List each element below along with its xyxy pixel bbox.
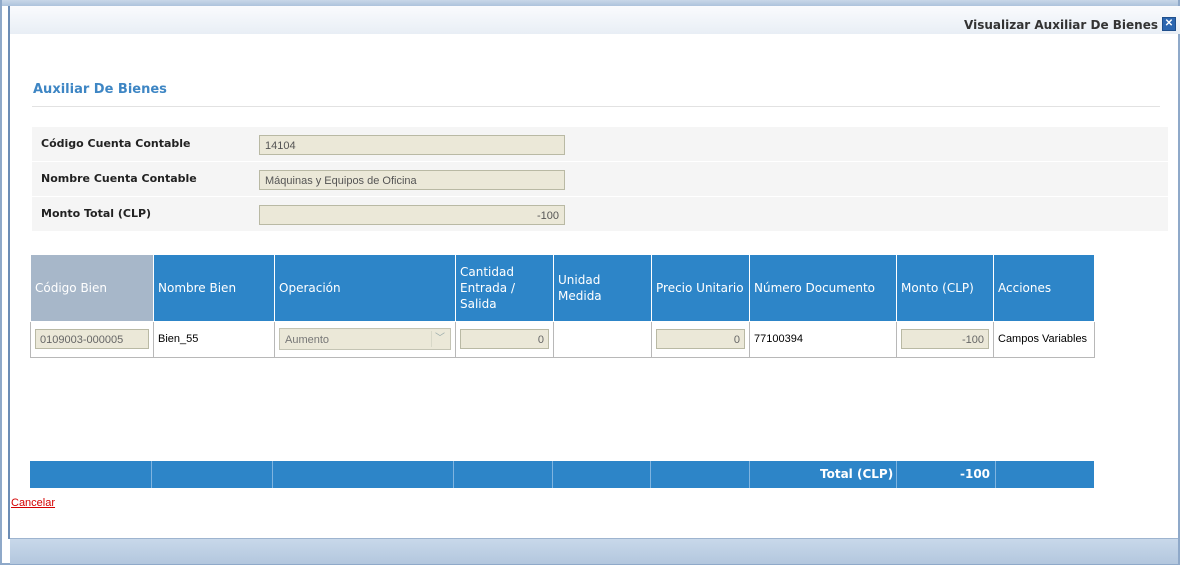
codigo-cuenta-field[interactable]: 14104 bbox=[259, 135, 565, 155]
col-cantidad: Cantidad Entrada / Salida bbox=[455, 255, 554, 322]
monto-field[interactable]: -100 bbox=[901, 329, 989, 349]
cell-documento: 77100394 bbox=[749, 320, 897, 358]
cell-acciones: Campos Variables bbox=[993, 320, 1095, 358]
form-row-nombre: Nombre Cuenta Contable Máquinas y Equipo… bbox=[32, 162, 1168, 197]
codigo-bien-field[interactable]: 0109003-000005 bbox=[35, 329, 149, 349]
cancel-link[interactable]: Cancelar bbox=[11, 497, 55, 509]
col-operacion: Operación bbox=[274, 255, 456, 322]
operacion-selected-value: Aumento bbox=[285, 334, 330, 346]
codigo-cuenta-label: Código Cuenta Contable bbox=[41, 137, 191, 150]
form-row-codigo: Código Cuenta Contable 14104 bbox=[32, 127, 1168, 162]
bienes-table: Código Bien Nombre Bien Operación Cantid… bbox=[30, 255, 1095, 358]
col-precio-unitario: Precio Unitario bbox=[651, 255, 750, 322]
dialog-window: Visualizar Auxiliar De Bienes ✕ Auxiliar… bbox=[0, 0, 1180, 565]
cell-monto: -100 bbox=[896, 320, 994, 358]
col-acciones: Acciones bbox=[993, 255, 1095, 322]
form-row-monto: Monto Total (CLP) -100 bbox=[32, 197, 1168, 232]
nombre-cuenta-field[interactable]: Máquinas y Equipos de Oficina bbox=[259, 170, 565, 190]
table-header-row: Código Bien Nombre Bien Operación Cantid… bbox=[30, 255, 1095, 322]
total-bar-divider bbox=[453, 461, 454, 488]
campos-variables-link[interactable]: Campos Variables bbox=[998, 333, 1090, 346]
total-bar-divider bbox=[896, 461, 897, 488]
col-numero-documento: Número Documento bbox=[749, 255, 897, 322]
section-divider bbox=[32, 106, 1160, 107]
cell-cantidad: 0 bbox=[455, 320, 554, 358]
monto-total-label: Monto Total (CLP) bbox=[41, 207, 152, 220]
total-bar-divider bbox=[151, 461, 152, 488]
col-monto: Monto (CLP) bbox=[896, 255, 994, 322]
dialog-footer bbox=[10, 538, 1178, 564]
window-title: Visualizar Auxiliar De Bienes bbox=[964, 18, 1158, 32]
total-bar-divider bbox=[749, 461, 750, 488]
total-bar-divider bbox=[272, 461, 273, 488]
total-bar-divider bbox=[650, 461, 651, 488]
cell-precio: 0 bbox=[651, 320, 750, 358]
cell-unidad bbox=[553, 320, 652, 358]
col-codigo-bien: Código Bien bbox=[30, 255, 154, 322]
left-border bbox=[8, 34, 10, 539]
precio-unitario-field[interactable]: 0 bbox=[656, 329, 745, 349]
close-icon[interactable]: ✕ bbox=[1162, 17, 1176, 31]
cantidad-field[interactable]: 0 bbox=[460, 329, 549, 349]
col-unidad-medida: Unidad Medida bbox=[553, 255, 652, 322]
title-bar: Visualizar Auxiliar De Bienes ✕ bbox=[8, 6, 1180, 34]
cell-codigo: 0109003-000005 bbox=[30, 320, 154, 358]
total-bar: Total (CLP) -100 bbox=[30, 461, 1094, 488]
monto-total-field[interactable]: -100 bbox=[259, 205, 565, 225]
cell-nombre: Bien_55 bbox=[153, 320, 275, 358]
operacion-select[interactable]: Aumento ﹀ bbox=[279, 328, 451, 350]
total-value: -100 bbox=[960, 467, 991, 481]
cell-operacion: Aumento ﹀ bbox=[274, 320, 456, 358]
total-label: Total (CLP) bbox=[820, 467, 894, 481]
total-bar-divider bbox=[995, 461, 996, 488]
col-nombre-bien: Nombre Bien bbox=[153, 255, 275, 322]
total-bar-divider bbox=[552, 461, 553, 488]
nombre-cuenta-label: Nombre Cuenta Contable bbox=[41, 172, 197, 185]
section-title: Auxiliar De Bienes bbox=[33, 82, 167, 97]
table-row: 0109003-000005 Bien_55 Aumento ﹀ 0 0 771… bbox=[30, 320, 1095, 358]
chevron-down-icon[interactable]: ﹀ bbox=[431, 331, 448, 347]
